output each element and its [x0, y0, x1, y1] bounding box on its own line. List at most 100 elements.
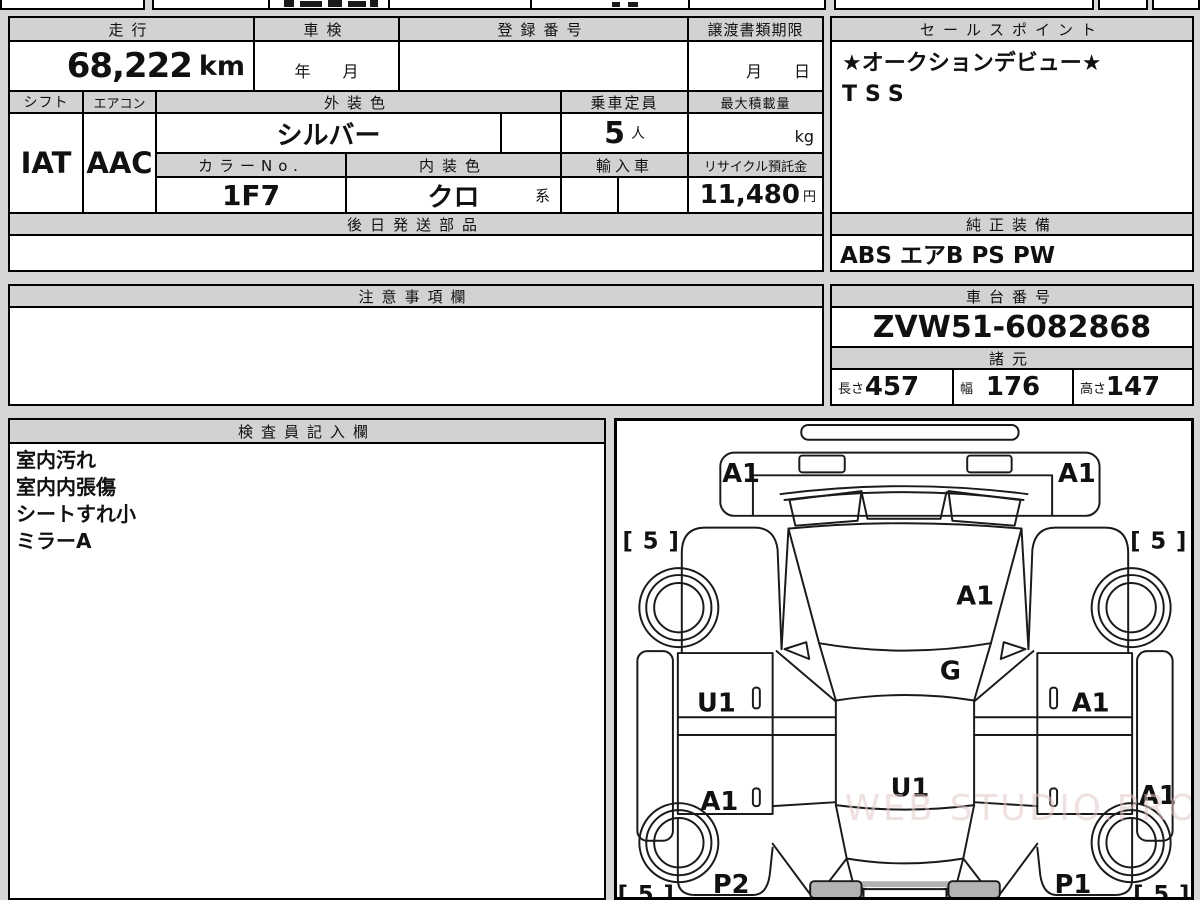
- imported-check-cell: [617, 176, 689, 214]
- transfer-docs-header: 譲渡書類期限: [687, 16, 824, 42]
- sales-points-body: ★オークションデビュー★ TSS: [830, 40, 1194, 214]
- cutoff-cell: [1098, 0, 1148, 10]
- inspector-notes-header: 検査員記入欄: [8, 418, 606, 444]
- damage-diagram-panel: A1 A1 A1 G U1 A1 U1 A1 A1 P2 P1 [ 5 ] [ …: [614, 418, 1194, 900]
- shaken-header: 車検: [253, 16, 400, 42]
- front-right-wheel: [1090, 567, 1172, 649]
- left-rear-light: [809, 880, 863, 897]
- right-rear-light: [947, 880, 1001, 897]
- damage-code-label: P1: [1055, 870, 1092, 897]
- left-front-door-handle: [751, 686, 761, 710]
- left-headlight: [798, 454, 846, 474]
- tire-grade-label: [ 5 ]: [1130, 528, 1187, 554]
- belt-lines: [771, 716, 1039, 737]
- left-rear-door-handle: [751, 787, 761, 808]
- mileage-unit: km: [198, 50, 245, 82]
- registration-value-cell: [398, 40, 689, 92]
- color-no-header: カラーNo.: [155, 152, 347, 178]
- right-door-divider: [1036, 716, 1134, 737]
- interior-color-value-cell: クロ 系: [345, 176, 562, 214]
- damage-code-label: U1: [697, 688, 736, 718]
- cutoff-cell: [530, 0, 690, 10]
- front-trim-strip: [800, 423, 1020, 441]
- capacity-unit: 人: [630, 126, 645, 142]
- license-plate-recess: [862, 888, 948, 897]
- exterior-color-value: シルバー: [155, 112, 502, 154]
- chassis-number-header: 車台番号: [830, 284, 1194, 308]
- windshield-sides: [818, 642, 992, 702]
- mileage-header: 走行: [8, 16, 255, 42]
- car-damage-diagram: A1 A1 A1 G U1 A1 U1 A1 A1 P2 P1 [ 5 ] [ …: [618, 423, 1191, 897]
- spec-length-cell: 長さ 457: [830, 368, 954, 406]
- rear-window-bottom: [845, 857, 965, 865]
- damage-code-label: A1: [1072, 688, 1110, 718]
- spec-height-label: 高さ: [1080, 381, 1107, 397]
- cutoff-cell: [834, 0, 1094, 10]
- left-door-divider: [676, 716, 774, 737]
- inspector-notes-body: 室内汚れ 室内内張傷 シートすれ小 ミラーA: [8, 442, 606, 900]
- inspector-note-line: 室内汚れ: [16, 448, 96, 472]
- damage-code-label: G: [940, 657, 961, 687]
- front-bumper-step: [751, 474, 1054, 516]
- cutoff-text-fragment: [348, 1, 366, 7]
- roof-front-arc: [834, 694, 976, 702]
- right-front-door-handle: [1049, 686, 1059, 710]
- cutoff-text-fragment: [370, 0, 378, 7]
- recycle-deposit-unit: 円: [802, 189, 816, 205]
- spec-width-cell: 幅 176: [952, 368, 1074, 406]
- max-load-header: 最大積載量: [687, 90, 824, 114]
- mileage-value-cell: 68,222 km: [8, 40, 255, 92]
- damage-code-label: A1: [700, 787, 738, 817]
- caution-notes-body: [8, 306, 824, 406]
- capacity-value-cell: 5 人: [560, 112, 689, 154]
- imported-header: 輸入車: [560, 152, 689, 178]
- inspector-note-line: シートすれ小: [16, 502, 136, 526]
- spec-height-cell: 高さ 147: [1072, 368, 1194, 406]
- shift-header: シフト: [8, 90, 84, 114]
- watermark: WEB STUDIO.PRO: [845, 788, 1191, 829]
- spec-length-label: 長さ: [838, 381, 865, 397]
- sales-points-header: セールスポイント: [830, 16, 1194, 42]
- exterior-color-sub-cell: [500, 112, 562, 154]
- interior-color-suffix: 系: [534, 186, 550, 205]
- tire-grade-label: [ 5 ]: [1133, 882, 1190, 897]
- right-mirror: [999, 641, 1027, 660]
- left-lamp-cluster: [788, 490, 863, 527]
- genuine-equipment-value: ABS エアB PS PW: [830, 234, 1194, 272]
- rear-gray-band: [861, 881, 949, 888]
- caution-notes-header: 注意事項欄: [8, 284, 824, 308]
- windshield-top-arc: [818, 642, 992, 652]
- registration-header: 登録番号: [398, 16, 689, 42]
- chassis-number-value: ZVW51-6082868: [830, 306, 1194, 348]
- specs-header: 諸元: [830, 346, 1194, 370]
- sales-point-line: ★オークションデビュー★: [842, 51, 1102, 76]
- mileage-value: 68,222: [66, 46, 193, 86]
- left-mirror: [783, 641, 811, 660]
- capacity-header: 乗車定員: [560, 90, 689, 114]
- front-bumper: [719, 451, 1101, 517]
- spec-height-value: 147: [1105, 372, 1161, 402]
- shift-value: IAT: [8, 112, 84, 214]
- imported-check-cell: [560, 176, 619, 214]
- recycle-deposit-header: リサイクル預託金: [687, 152, 824, 178]
- cutoff-cell: [152, 0, 270, 10]
- interior-color-value: クロ: [427, 182, 480, 213]
- cutoff-cell: [388, 0, 532, 10]
- inspector-note-line: ミラーA: [16, 529, 92, 553]
- cutoff-cell: [688, 0, 826, 10]
- later-parts-value-cell: [8, 234, 824, 272]
- cutoff-cell: [0, 0, 145, 10]
- cutoff-text-fragment: [284, 0, 294, 7]
- front-left-wheel: [638, 567, 720, 649]
- shaken-value-cell: 年 月: [253, 40, 400, 92]
- sales-point-line: TSS: [842, 82, 912, 107]
- later-parts-header: 後日発送部品: [8, 212, 824, 236]
- spec-length-value: 457: [864, 372, 920, 402]
- auction-sheet: 走行 車検 登録番号 譲渡書類期限 68,222 km 年 月 月 日 シフト …: [0, 0, 1200, 900]
- right-lamp-cluster: [947, 490, 1022, 527]
- spec-width-label: 幅: [960, 381, 974, 397]
- right-headlight: [966, 454, 1013, 474]
- recycle-deposit-value: 11,480: [699, 180, 800, 210]
- damage-code-label: P2: [713, 870, 750, 897]
- color-no-value: 1F7: [155, 176, 347, 214]
